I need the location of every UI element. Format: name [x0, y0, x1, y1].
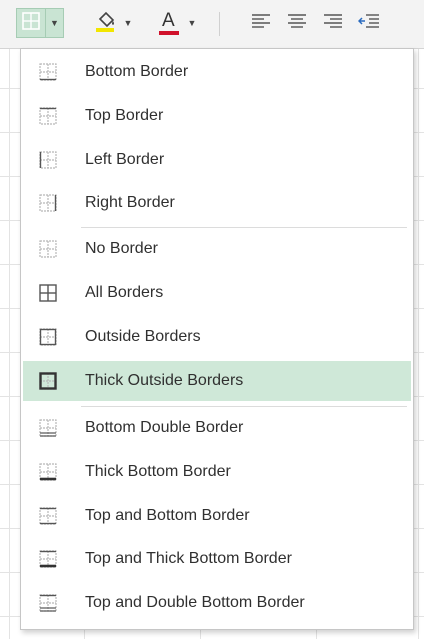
menu-item-thick-outside-borders[interactable]: Thick Outside Borders	[23, 361, 411, 401]
menu-item-label: Thick Outside Borders	[85, 372, 244, 389]
menu-separator	[81, 406, 407, 407]
borders-button[interactable]	[16, 8, 46, 38]
menu-item-left-border[interactable]: Left Border	[23, 140, 411, 180]
font-color-glyph: A	[162, 10, 175, 31]
no-border-icon	[39, 240, 57, 258]
bottom-double-border-icon	[39, 419, 57, 437]
align-right-icon	[323, 13, 343, 34]
font-color-button[interactable]: A	[154, 8, 184, 38]
top-border-icon	[39, 107, 57, 125]
chevron-down-icon: ▼	[50, 18, 59, 28]
top-and-bottom-border-icon	[39, 507, 57, 525]
menu-item-label: Top and Double Bottom Border	[85, 594, 305, 611]
toolbar-divider	[219, 12, 220, 36]
paint-bucket-icon	[92, 8, 118, 39]
borders-dropdown-arrow[interactable]: ▼	[46, 8, 64, 38]
grid-line	[9, 48, 10, 639]
grid-line	[418, 48, 419, 639]
align-left-icon	[251, 13, 271, 34]
menu-item-all-borders[interactable]: All Borders	[23, 273, 411, 313]
bottom-border-icon	[39, 63, 57, 81]
fill-color-button[interactable]	[90, 8, 120, 38]
chevron-down-icon: ▼	[187, 18, 197, 28]
borders-dropdown-menu: Bottom Border Top Border Left Border Right …	[20, 48, 414, 630]
menu-item-label: Right Border	[85, 194, 175, 211]
align-center-button[interactable]	[284, 8, 310, 38]
menu-item-top-and-thick-bottom-border[interactable]: Top and Thick Bottom Border	[23, 539, 411, 579]
menu-item-label: Left Border	[85, 151, 165, 168]
menu-item-no-border[interactable]: No Border	[23, 229, 411, 269]
menu-item-label: Top and Bottom Border	[85, 507, 250, 524]
chevron-down-icon: ▼	[123, 18, 133, 28]
menu-item-top-and-double-bottom-border[interactable]: Top and Double Bottom Border	[23, 583, 411, 623]
menu-item-bottom-border[interactable]: Bottom Border	[23, 52, 411, 92]
menu-item-right-border[interactable]: Right Border	[23, 183, 411, 223]
all-borders-icon	[39, 284, 57, 302]
menu-item-label: All Borders	[85, 284, 164, 301]
decrease-indent-icon	[357, 13, 380, 34]
left-border-icon	[39, 151, 57, 169]
font-color-icon: A	[157, 10, 181, 36]
decrease-indent-button[interactable]	[356, 8, 382, 38]
menu-item-label: Outside Borders	[85, 328, 201, 345]
menu-item-outside-borders[interactable]: Outside Borders	[23, 317, 411, 357]
menu-item-label: No Border	[85, 240, 158, 257]
borders-icon	[22, 11, 40, 35]
menu-item-top-border[interactable]: Top Border	[23, 96, 411, 136]
align-right-button[interactable]	[320, 8, 346, 38]
thick-outside-borders-icon	[39, 372, 57, 390]
align-left-button[interactable]	[248, 8, 274, 38]
top-and-thick-bottom-border-icon	[39, 550, 57, 568]
thick-bottom-border-icon	[39, 463, 57, 481]
menu-item-label: Bottom Border	[85, 63, 189, 80]
menu-item-label: Top Border	[85, 107, 164, 124]
menu-item-label: Bottom Double Border	[85, 419, 244, 436]
align-center-icon	[287, 13, 307, 34]
menu-separator	[81, 227, 407, 228]
ribbon-toolbar: ▼ ▼ A ▼	[0, 0, 424, 49]
fill-color-dropdown-arrow[interactable]: ▼	[120, 8, 136, 38]
outside-borders-icon	[39, 328, 57, 346]
font-color-dropdown-arrow[interactable]: ▼	[184, 8, 200, 38]
right-border-icon	[39, 194, 57, 212]
menu-item-thick-bottom-border[interactable]: Thick Bottom Border	[23, 452, 411, 492]
font-color-swatch	[159, 31, 179, 35]
menu-item-label: Top and Thick Bottom Border	[85, 550, 292, 567]
menu-item-top-and-bottom-border[interactable]: Top and Bottom Border	[23, 496, 411, 536]
menu-item-label: Thick Bottom Border	[85, 463, 231, 480]
menu-item-bottom-double-border[interactable]: Bottom Double Border	[23, 408, 411, 448]
top-and-double-bottom-border-icon	[39, 594, 57, 612]
